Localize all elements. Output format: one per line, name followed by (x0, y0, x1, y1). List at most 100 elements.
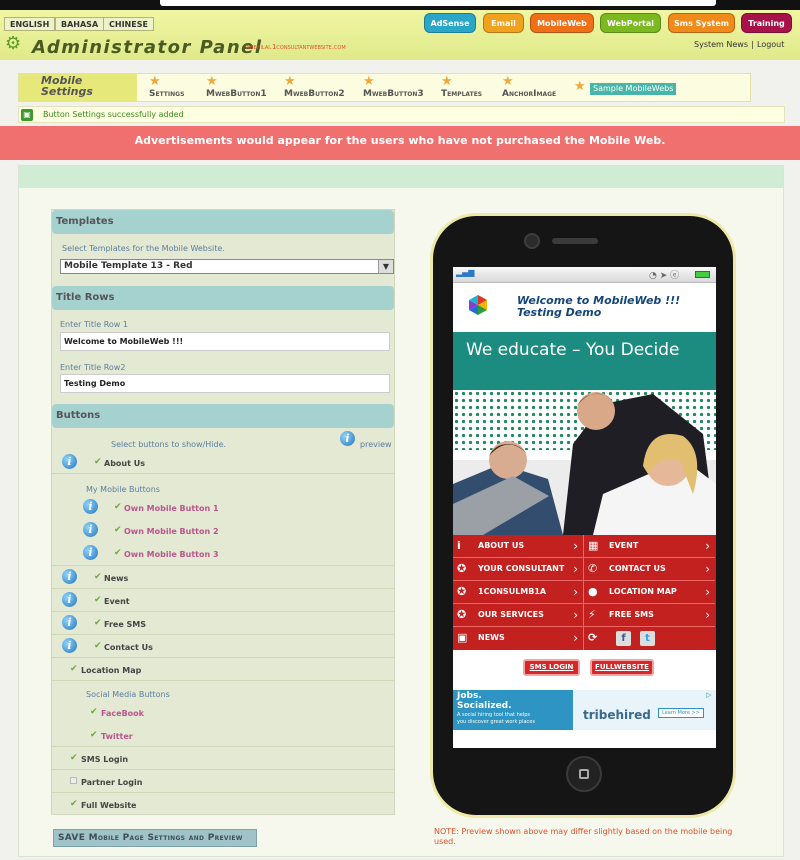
checkbox-own-button-3[interactable]: ✔ (114, 548, 122, 558)
page-title: Administrator Panel (32, 37, 263, 58)
info-icon[interactable]: i (83, 522, 98, 537)
info-icon[interactable]: i (62, 454, 77, 469)
banner-photo (453, 392, 716, 535)
star-icon: ★ (441, 74, 453, 89)
templates-heading: Templates (52, 210, 394, 234)
checkbox-facebook[interactable]: ✔ (90, 707, 98, 717)
templates-label: Select Templates for the Mobile Website. (62, 244, 225, 253)
banner-slogan: We educate – You Decide (466, 340, 680, 360)
info-icon[interactable]: i (83, 545, 98, 560)
chevron-right-icon: › (705, 608, 710, 622)
checkbox-own-button-1[interactable]: ✔ (114, 502, 122, 512)
checkbox-partner-login[interactable] (70, 777, 77, 784)
menu-free-sms[interactable]: ⚡ FREE SMS › (584, 604, 715, 627)
info-icon[interactable]: i (62, 569, 77, 584)
tab-label: Settings (149, 89, 185, 99)
sms-login-button[interactable]: SMS LOGIN (523, 659, 580, 676)
system-news-link[interactable]: System News (694, 40, 748, 49)
row-label: Free SMS (104, 620, 147, 629)
ad-cta-button[interactable]: Learn More >> (658, 708, 704, 718)
admin-header: ENGLISH BAHASA CHINESE AdSense Email Mob… (0, 10, 800, 60)
title2-field[interactable]: Testing Demo (60, 374, 390, 393)
tv-icon: ▣ (457, 631, 468, 644)
settings-form: Templates Select Templates for the Mobil… (51, 209, 395, 815)
share-icon: ⟳ (588, 631, 598, 644)
menu-our-services[interactable]: ✪ OUR SERVICES › (453, 604, 584, 627)
menu-1consulmb1a[interactable]: ✪ 1CONSULMB1A › (453, 581, 584, 604)
star-icon: ★ (574, 79, 586, 94)
row-label: About Us (104, 459, 145, 468)
title-rows-heading: Title Rows (52, 286, 394, 310)
menu-location-map[interactable]: ● LOCATION MAP › (584, 581, 715, 604)
menu-event[interactable]: ▦ EVENT › (584, 535, 715, 558)
info-icon[interactable]: i (83, 499, 98, 514)
checkbox-free-sms[interactable]: ✔ (94, 618, 102, 628)
info-icon[interactable]: i (340, 431, 355, 446)
info-icon[interactable]: i (62, 592, 77, 607)
checkbox-about-us[interactable]: ✔ (94, 457, 102, 467)
star-icon: ★ (284, 74, 296, 89)
menu-label: YOUR CONSULTANT (478, 564, 565, 573)
row-label: Own Mobile Button 3 (124, 550, 219, 559)
checkbox-full-website[interactable]: ✔ (70, 799, 78, 809)
title1-field[interactable]: Welcome to MobileWeb !!! (60, 332, 390, 351)
success-text: Button Settings successfully added (43, 110, 184, 119)
preview-link[interactable]: preview (360, 440, 392, 449)
info-icon: i (457, 539, 461, 552)
row-label: Location Map (81, 666, 142, 675)
link-separator: | (751, 40, 754, 49)
checkbox-sms-login[interactable]: ✔ (70, 753, 78, 763)
checkbox-news[interactable]: ✔ (94, 572, 102, 582)
template-select[interactable]: Mobile Template 13 - Red ▼ (60, 259, 394, 274)
chevron-right-icon: › (573, 608, 578, 622)
social-label: Social Media Buttons (86, 690, 170, 699)
menu-about-us[interactable]: i ABOUT US › (453, 535, 584, 558)
row-label: Contact Us (104, 643, 153, 652)
phone-screen: ▂▄▆ ◔ ➤ ⓔ Welcome to MobileWeb !!! Testi… (453, 267, 716, 748)
nav-webportal[interactable]: WebPortal (600, 13, 661, 33)
fullwebsite-button[interactable]: FULLWEBSITE (590, 659, 654, 676)
checkbox-location-map[interactable]: ✔ (70, 664, 78, 674)
facebook-icon[interactable]: f (616, 631, 631, 646)
nav-training[interactable]: Training (741, 13, 792, 33)
save-button[interactable]: SAVE Mobile Page Settings and Preview (53, 829, 257, 847)
info-icon[interactable]: i (62, 615, 77, 630)
row-label: Partner Login (81, 778, 143, 787)
lang-english[interactable]: ENGLISH (4, 17, 56, 31)
menu-your-consultant[interactable]: ✪ YOUR CONSULTANT › (453, 558, 584, 581)
checkbox-twitter[interactable]: ✔ (90, 730, 98, 740)
chevron-right-icon: › (705, 585, 710, 599)
chevron-right-icon: › (573, 562, 578, 576)
chevron-right-icon: › (573, 631, 578, 645)
url-bar[interactable] (160, 0, 716, 6)
twitter-icon[interactable]: t (640, 631, 655, 646)
star-icon: ★ (149, 74, 161, 89)
checkbox-contact-us[interactable]: ✔ (94, 641, 102, 651)
lang-bahasa[interactable]: BAHASA (55, 17, 105, 31)
row-sms-login: ✔ SMS Login (52, 747, 394, 770)
menu-social: ⟳ f t (584, 627, 715, 650)
checkbox-event[interactable]: ✔ (94, 595, 102, 605)
ad-line3: A social hiring tool that helps (457, 712, 531, 718)
adchoices-icon[interactable]: ▷ (706, 691, 711, 699)
section-line-2: Settings (41, 85, 93, 98)
ad-brand: tribehired (583, 708, 651, 722)
phone-header: Welcome to MobileWeb !!! Testing Demo (453, 284, 716, 332)
menu-contact-us[interactable]: ✆ CONTACT US › (584, 558, 715, 581)
nav-mobileweb[interactable]: MobileWeb (530, 13, 594, 33)
nav-adsense[interactable]: AdSense (424, 13, 476, 33)
menu-news[interactable]: ▣ NEWS › (453, 627, 584, 650)
row-own-button-3: i ✔ Own Mobile Button 3 (52, 543, 394, 566)
status-icons: ◔ ➤ ⓔ (649, 271, 680, 281)
lang-chinese[interactable]: CHINESE (103, 17, 154, 31)
menu-label: ABOUT US (478, 541, 525, 550)
checkbox-own-button-2[interactable]: ✔ (114, 525, 122, 535)
nav-sms-system[interactable]: Sms System (668, 13, 735, 33)
info-icon[interactable]: i (62, 638, 77, 653)
logout-link[interactable]: Logout (757, 40, 784, 49)
tab-sample-mobilewebs[interactable]: Sample MobileWebs (590, 83, 677, 95)
success-icon: ▣ (21, 109, 33, 121)
nav-email[interactable]: Email (483, 13, 524, 33)
award-icon: ✪ (457, 608, 467, 621)
tab-label: MwebButton2 (284, 89, 345, 99)
